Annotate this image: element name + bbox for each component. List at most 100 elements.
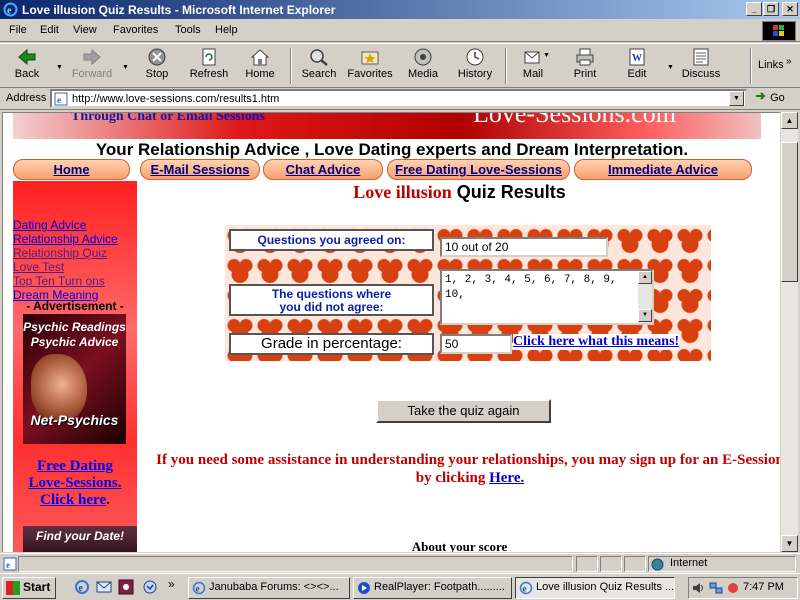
outlook-quicklaunch-icon[interactable] xyxy=(96,579,112,595)
banner-logo: Love-Sessions.com xyxy=(473,113,676,128)
menu-tools[interactable]: Tools xyxy=(175,24,201,36)
task-label-quiz-results: Love illusion Quiz Results ... xyxy=(536,581,675,593)
nav-chat-advice[interactable]: Chat Advice xyxy=(263,159,383,180)
sidebar-link-dating-advice[interactable]: Dating Advice xyxy=(13,218,86,232)
grade-value-field[interactable]: 50 xyxy=(440,334,512,354)
menu-help[interactable]: Help xyxy=(215,24,238,36)
menu-favorites[interactable]: Favorites xyxy=(113,24,158,36)
links-button[interactable]: Links xyxy=(758,59,784,71)
history-label: History xyxy=(457,68,493,80)
discuss-label: Discuss xyxy=(681,68,721,80)
scroll-up-icon[interactable]: ▲ xyxy=(781,112,798,129)
refresh-icon xyxy=(202,48,216,66)
go-button[interactable]: Go xyxy=(755,91,785,104)
discuss-button[interactable]: Discuss xyxy=(677,47,725,85)
ie-quicklaunch-icon[interactable]: e xyxy=(74,579,90,595)
psychic-ad-line1: Psychic Readings xyxy=(23,320,126,334)
taskbar-task-quiz-results[interactable]: e Love illusion Quiz Results ... xyxy=(515,577,675,599)
score-meaning-link[interactable]: Click here what this means! xyxy=(513,334,680,350)
quicklaunch-chevron-icon[interactable]: » xyxy=(168,577,175,591)
refresh-label: Refresh xyxy=(189,68,229,80)
stop-button[interactable]: Stop xyxy=(133,47,181,85)
back-dropdown-icon[interactable]: ▼ xyxy=(56,64,63,71)
page-scrollbar[interactable]: ▲ ▼ xyxy=(781,112,798,552)
refresh-button[interactable]: Refresh xyxy=(185,47,233,85)
home-button[interactable]: Home xyxy=(236,47,284,85)
network-icon[interactable] xyxy=(709,581,723,595)
edit-label: Edit xyxy=(627,68,647,80)
go-arrow-icon xyxy=(756,92,766,100)
start-button[interactable]: Start xyxy=(2,577,56,599)
scroll-thumb[interactable] xyxy=(781,142,798,282)
free-dating-link-1[interactable]: Free Dating xyxy=(37,458,113,474)
svg-text:e: e xyxy=(57,95,61,105)
free-dating-link-2[interactable]: Love-Sessions. xyxy=(29,475,122,491)
textarea-scrollbar[interactable]: ▲ ▼ xyxy=(638,271,652,323)
about-score-heading: About your score xyxy=(411,539,508,552)
taskbar-task-realplayer[interactable]: RealPlayer: Footpath......... xyxy=(353,577,512,599)
page-title-black: Quiz Results xyxy=(456,182,566,202)
free-dating-click-here[interactable]: Click here xyxy=(40,492,106,508)
home-label: Home xyxy=(245,68,275,80)
media-quicklaunch-icon[interactable] xyxy=(118,579,134,595)
links-chevron-icon[interactable]: » xyxy=(786,56,792,67)
edit-button[interactable]: W Edit xyxy=(613,47,661,85)
toolbar-separator xyxy=(505,48,507,84)
print-button[interactable]: Print xyxy=(561,47,609,85)
restore-button[interactable]: ❐ xyxy=(763,2,779,16)
nav-free-dating[interactable]: Free Dating Love-Sessions xyxy=(387,159,570,180)
media-button[interactable]: Media xyxy=(399,47,447,85)
messenger-quicklaunch-icon[interactable] xyxy=(142,579,158,595)
search-button[interactable]: Search xyxy=(295,47,343,85)
globe-icon xyxy=(651,558,664,571)
disagree-textarea[interactable]: 1, 2, 3, 4, 5, 6, 7, 8, 9, 10, ▲ ▼ xyxy=(440,269,654,325)
nav-immediate-advice[interactable]: Immediate Advice xyxy=(574,159,752,180)
forward-dropdown-icon[interactable]: ▼ xyxy=(122,64,129,71)
find-date-ad[interactable]: Find your Date! xyxy=(23,526,137,552)
banner-tagline-1: Through Chat or Email xyxy=(71,113,213,124)
taskbar-task-forums[interactable]: e Janubaba Forums: <><>... xyxy=(188,577,350,599)
close-button[interactable]: ✕ xyxy=(782,2,798,16)
scroll-down-icon[interactable]: ▼ xyxy=(781,535,798,552)
disagree-label-line1: The questions where xyxy=(271,287,392,301)
scroll-up-icon[interactable]: ▲ xyxy=(638,271,652,284)
menu-view[interactable]: View xyxy=(73,24,97,36)
minimize-button[interactable]: _ xyxy=(746,2,762,16)
psychic-ad-line2: Psychic Advice xyxy=(30,335,119,349)
nav-home[interactable]: Home xyxy=(13,159,130,180)
psychic-ad-banner[interactable]: Psychic Readings Psychic Advice Net-Psych… xyxy=(23,314,126,444)
history-button[interactable]: History xyxy=(451,47,499,85)
toolbar-separator xyxy=(290,48,292,84)
address-dropdown-icon[interactable]: ▼ xyxy=(729,91,744,106)
favorites-button[interactable]: Favorites xyxy=(346,47,394,85)
sidebar-link-top-ten[interactable]: Top Ten Turn ons xyxy=(13,274,105,288)
status-panel xyxy=(624,556,646,572)
menu-file[interactable]: File xyxy=(9,24,27,36)
address-input[interactable]: e http://www.love-sessions.com/results1.… xyxy=(50,89,747,108)
svg-text:e: e xyxy=(7,6,12,17)
help-here-link[interactable]: Here. xyxy=(489,470,524,486)
mail-dropdown-icon[interactable]: ▼ xyxy=(543,52,550,59)
help-text-body: If you need some assistance in understan… xyxy=(156,452,780,486)
forward-button[interactable]: Forward xyxy=(68,47,116,85)
volume-icon[interactable] xyxy=(691,581,705,595)
toolbar: Back ▼ Forward ▼ Stop Refresh Home Searc… xyxy=(0,43,800,88)
windows-flag-icon xyxy=(6,581,20,595)
app-tray-icon[interactable] xyxy=(726,581,740,595)
sidebar-link-love-test[interactable]: Love Test xyxy=(13,260,64,274)
scroll-down-icon[interactable]: ▼ xyxy=(638,309,652,322)
forward-arrow-icon xyxy=(83,48,101,66)
back-button[interactable]: Back xyxy=(3,47,51,85)
take-quiz-again-button[interactable]: Take the quiz again xyxy=(376,399,551,423)
sidebar-link-relationship-advice[interactable]: Relationship Advice xyxy=(13,232,118,246)
print-icon xyxy=(576,48,594,66)
sidebar-link-relationship-quiz[interactable]: Relationship Quiz xyxy=(13,246,107,260)
edit-dropdown-icon[interactable]: ▼ xyxy=(667,64,674,71)
agreed-value-field[interactable]: 10 out of 20 xyxy=(440,237,608,257)
address-bar: Address e http://www.love-sessions.com/r… xyxy=(0,88,800,110)
address-url: http://www.love-sessions.com/results1.ht… xyxy=(72,93,280,105)
clock: 7:47 PM xyxy=(743,581,784,593)
menu-edit[interactable]: Edit xyxy=(40,24,59,36)
page-title: Love illusion Quiz Results xyxy=(138,182,780,203)
nav-email-sessions[interactable]: E-Mail Sessions xyxy=(140,159,260,180)
